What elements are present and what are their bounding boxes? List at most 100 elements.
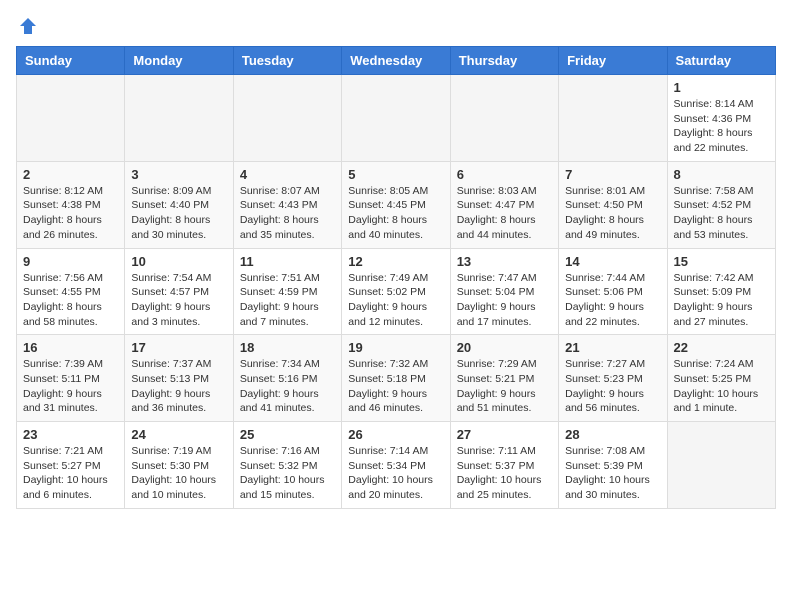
day-info: Sunrise: 7:54 AM Sunset: 4:57 PM Dayligh…	[131, 271, 226, 330]
calendar-day-cell: 28 Sunrise: 7:08 AM Sunset: 5:39 PM Dayli…	[559, 422, 667, 509]
calendar-week-row: 16 Sunrise: 7:39 AM Sunset: 5:11 PM Dayli…	[17, 335, 776, 422]
day-number: 7	[565, 167, 660, 182]
calendar-day-cell: 13Sunrise: 7:47 AM Sunset: 5:04 PM Dayli…	[450, 248, 558, 335]
calendar-week-row: 9 Sunrise: 7:56 AM Sunset: 4:55 PM Daylig…	[17, 248, 776, 335]
logo-icon	[18, 16, 38, 36]
day-info: Sunrise: 7:44 AM Sunset: 5:06 PM Dayligh…	[565, 271, 660, 330]
day-number: 28	[565, 427, 660, 442]
calendar-day-cell: 27 Sunrise: 7:11 AM Sunset: 5:37 PM Dayli…	[450, 422, 558, 509]
day-info: Sunrise: 7:11 AM Sunset: 5:37 PM Dayligh…	[457, 444, 552, 503]
day-info: Sunrise: 7:56 AM Sunset: 4:55 PM Dayligh…	[23, 271, 118, 330]
day-of-week-header: Saturday	[667, 47, 775, 75]
day-of-week-header: Wednesday	[342, 47, 450, 75]
page-header	[16, 16, 776, 36]
day-info: Sunrise: 8:07 AM Sunset: 4:43 PM Dayligh…	[240, 184, 335, 243]
day-info: Sunrise: 7:37 AM Sunset: 5:13 PM Dayligh…	[131, 357, 226, 416]
day-info: Sunrise: 7:24 AM Sunset: 5:25 PM Dayligh…	[674, 357, 769, 416]
day-number: 6	[457, 167, 552, 182]
calendar-day-cell: 1 Sunrise: 8:14 AM Sunset: 4:36 PM Daylig…	[667, 75, 775, 162]
day-info: Sunrise: 7:21 AM Sunset: 5:27 PM Dayligh…	[23, 444, 118, 503]
day-number: 11	[240, 254, 335, 269]
calendar-day-cell	[125, 75, 233, 162]
calendar-day-cell: 23 Sunrise: 7:21 AM Sunset: 5:27 PM Dayli…	[17, 422, 125, 509]
calendar-header-row: SundayMondayTuesdayWednesdayThursdayFrid…	[17, 47, 776, 75]
day-number: 18	[240, 340, 335, 355]
day-info: Sunrise: 8:03 AM Sunset: 4:47 PM Dayligh…	[457, 184, 552, 243]
calendar-day-cell: 25 Sunrise: 7:16 AM Sunset: 5:32 PM Dayli…	[233, 422, 341, 509]
day-number: 21	[565, 340, 660, 355]
calendar-day-cell	[17, 75, 125, 162]
day-info: Sunrise: 7:08 AM Sunset: 5:39 PM Dayligh…	[565, 444, 660, 503]
calendar-day-cell: 16 Sunrise: 7:39 AM Sunset: 5:11 PM Dayli…	[17, 335, 125, 422]
calendar-day-cell: 4 Sunrise: 8:07 AM Sunset: 4:43 PM Daylig…	[233, 161, 341, 248]
day-info: Sunrise: 7:27 AM Sunset: 5:23 PM Dayligh…	[565, 357, 660, 416]
calendar-day-cell: 5 Sunrise: 8:05 AM Sunset: 4:45 PM Daylig…	[342, 161, 450, 248]
calendar-week-row: 2Sunrise: 8:12 AM Sunset: 4:38 PM Daylig…	[17, 161, 776, 248]
day-number: 15	[674, 254, 769, 269]
day-info: Sunrise: 8:14 AM Sunset: 4:36 PM Dayligh…	[674, 97, 769, 156]
day-info: Sunrise: 7:42 AM Sunset: 5:09 PM Dayligh…	[674, 271, 769, 330]
day-info: Sunrise: 7:34 AM Sunset: 5:16 PM Dayligh…	[240, 357, 335, 416]
calendar-day-cell: 3 Sunrise: 8:09 AM Sunset: 4:40 PM Daylig…	[125, 161, 233, 248]
day-number: 4	[240, 167, 335, 182]
day-info: Sunrise: 7:39 AM Sunset: 5:11 PM Dayligh…	[23, 357, 118, 416]
day-number: 25	[240, 427, 335, 442]
calendar-day-cell: 12 Sunrise: 7:49 AM Sunset: 5:02 PM Dayli…	[342, 248, 450, 335]
day-of-week-header: Sunday	[17, 47, 125, 75]
calendar-day-cell: 7 Sunrise: 8:01 AM Sunset: 4:50 PM Daylig…	[559, 161, 667, 248]
calendar-day-cell	[342, 75, 450, 162]
calendar-day-cell: 14Sunrise: 7:44 AM Sunset: 5:06 PM Dayli…	[559, 248, 667, 335]
day-number: 20	[457, 340, 552, 355]
day-info: Sunrise: 7:51 AM Sunset: 4:59 PM Dayligh…	[240, 271, 335, 330]
calendar-day-cell: 19 Sunrise: 7:32 AM Sunset: 5:18 PM Dayli…	[342, 335, 450, 422]
calendar-day-cell: 8Sunrise: 7:58 AM Sunset: 4:52 PM Daylig…	[667, 161, 775, 248]
day-info: Sunrise: 8:01 AM Sunset: 4:50 PM Dayligh…	[565, 184, 660, 243]
day-info: Sunrise: 7:16 AM Sunset: 5:32 PM Dayligh…	[240, 444, 335, 503]
day-info: Sunrise: 8:09 AM Sunset: 4:40 PM Dayligh…	[131, 184, 226, 243]
calendar-day-cell: 17 Sunrise: 7:37 AM Sunset: 5:13 PM Dayli…	[125, 335, 233, 422]
day-number: 13	[457, 254, 552, 269]
calendar-day-cell	[667, 422, 775, 509]
day-info: Sunrise: 8:12 AM Sunset: 4:38 PM Dayligh…	[23, 184, 118, 243]
calendar-day-cell: 22 Sunrise: 7:24 AM Sunset: 5:25 PM Dayli…	[667, 335, 775, 422]
day-of-week-header: Tuesday	[233, 47, 341, 75]
day-of-week-header: Monday	[125, 47, 233, 75]
calendar-body: 1 Sunrise: 8:14 AM Sunset: 4:36 PM Daylig…	[17, 75, 776, 509]
day-number: 1	[674, 80, 769, 95]
day-number: 22	[674, 340, 769, 355]
day-of-week-header: Thursday	[450, 47, 558, 75]
day-info: Sunrise: 7:29 AM Sunset: 5:21 PM Dayligh…	[457, 357, 552, 416]
day-info: Sunrise: 7:49 AM Sunset: 5:02 PM Dayligh…	[348, 271, 443, 330]
calendar-day-cell: 15 Sunrise: 7:42 AM Sunset: 5:09 PM Dayli…	[667, 248, 775, 335]
calendar-day-cell: 11 Sunrise: 7:51 AM Sunset: 4:59 PM Dayli…	[233, 248, 341, 335]
calendar-day-cell	[559, 75, 667, 162]
calendar-day-cell	[233, 75, 341, 162]
day-number: 24	[131, 427, 226, 442]
day-number: 26	[348, 427, 443, 442]
day-info: Sunrise: 7:14 AM Sunset: 5:34 PM Dayligh…	[348, 444, 443, 503]
day-info: Sunrise: 8:05 AM Sunset: 4:45 PM Dayligh…	[348, 184, 443, 243]
calendar-day-cell: 18 Sunrise: 7:34 AM Sunset: 5:16 PM Dayli…	[233, 335, 341, 422]
day-number: 27	[457, 427, 552, 442]
day-number: 19	[348, 340, 443, 355]
day-info: Sunrise: 7:32 AM Sunset: 5:18 PM Dayligh…	[348, 357, 443, 416]
day-info: Sunrise: 7:58 AM Sunset: 4:52 PM Dayligh…	[674, 184, 769, 243]
day-number: 12	[348, 254, 443, 269]
calendar-day-cell: 2Sunrise: 8:12 AM Sunset: 4:38 PM Daylig…	[17, 161, 125, 248]
day-number: 9	[23, 254, 118, 269]
calendar-day-cell: 20 Sunrise: 7:29 AM Sunset: 5:21 PM Dayli…	[450, 335, 558, 422]
day-number: 3	[131, 167, 226, 182]
calendar-table: SundayMondayTuesdayWednesdayThursdayFrid…	[16, 46, 776, 509]
day-number: 23	[23, 427, 118, 442]
calendar-day-cell	[450, 75, 558, 162]
day-number: 17	[131, 340, 226, 355]
calendar-day-cell: 24Sunrise: 7:19 AM Sunset: 5:30 PM Dayli…	[125, 422, 233, 509]
logo	[16, 16, 38, 36]
day-number: 5	[348, 167, 443, 182]
calendar-day-cell: 6 Sunrise: 8:03 AM Sunset: 4:47 PM Daylig…	[450, 161, 558, 248]
day-of-week-header: Friday	[559, 47, 667, 75]
calendar-day-cell: 26 Sunrise: 7:14 AM Sunset: 5:34 PM Dayli…	[342, 422, 450, 509]
calendar-day-cell: 9 Sunrise: 7:56 AM Sunset: 4:55 PM Daylig…	[17, 248, 125, 335]
calendar-day-cell: 21 Sunrise: 7:27 AM Sunset: 5:23 PM Dayli…	[559, 335, 667, 422]
day-number: 16	[23, 340, 118, 355]
